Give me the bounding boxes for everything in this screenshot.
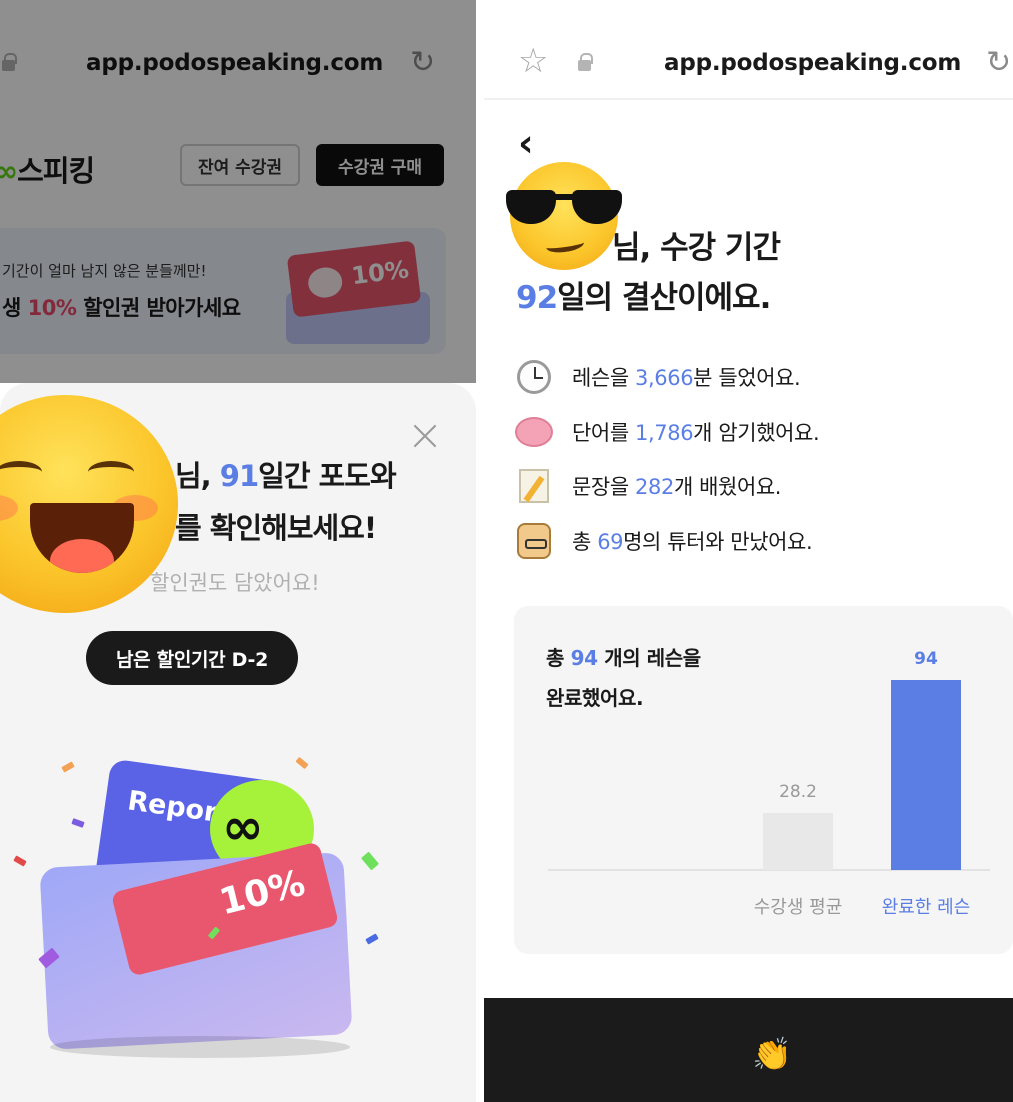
- stat-words: 단어를 1,786개 암기했어요.: [514, 412, 820, 452]
- reload-icon[interactable]: ↻: [986, 48, 1011, 78]
- illustration-shadow: [50, 1036, 350, 1058]
- chart-data-label: 94: [914, 649, 938, 669]
- address-bar[interactable]: ☆ app.podospeaking.com ↻: [484, 0, 1013, 100]
- teacher-icon: [514, 521, 554, 561]
- confetti: [361, 851, 379, 871]
- left-phone-screen: app.podospeaking.com ↻ ∞스피킹 잔여 수강권 수강권 구…: [0, 0, 476, 1102]
- clapping-hands-icon[interactable]: 👏: [752, 1038, 792, 1070]
- modal-backdrop[interactable]: [0, 0, 476, 383]
- sheet-title-line2: 를 확인해보세요!: [175, 511, 377, 545]
- chart-category-label: 완료한 레슨: [882, 897, 971, 918]
- confetti: [71, 818, 85, 828]
- chart-bar: [891, 680, 961, 870]
- stat-sentences: 문장을 282개 배웠어요.: [514, 466, 781, 506]
- coupon-text: 10%: [215, 862, 310, 924]
- confetti: [295, 756, 309, 770]
- sheet-title-line1: 님, 91일간 포도와: [175, 459, 397, 493]
- report-illustration: Report ∞ 10%: [0, 740, 420, 1070]
- report-title-line1: 님, 수강 기간: [612, 230, 781, 266]
- chart-category-label: 수강생 평균: [754, 897, 843, 918]
- discount-dday-button[interactable]: 남은 할인기간 D-2: [86, 631, 298, 685]
- chart-data-label: 28.2: [779, 782, 817, 802]
- report-title-line2: 92일의 결산이에요.: [516, 280, 771, 316]
- confetti: [365, 933, 379, 945]
- star-icon[interactable]: ☆: [518, 44, 548, 78]
- right-phone-screen: ☆ app.podospeaking.com ↻ ‹ 님, 수강 기간 92일의…: [484, 0, 1013, 1102]
- bottom-action-bar[interactable]: 👏: [484, 998, 1013, 1102]
- sheet-subtitle: 할인권도 담았어요!: [150, 571, 320, 595]
- coin-mark: ∞: [222, 798, 264, 856]
- bar-chart: 28.2 수강생 평균 94 완료한 레슨: [548, 649, 990, 918]
- chart-bar: [763, 813, 833, 870]
- stat-lesson-minutes: 레슨을 3,666분 들었어요.: [514, 357, 801, 397]
- close-icon[interactable]: [410, 421, 440, 451]
- memo-icon: [514, 466, 554, 506]
- url-text[interactable]: app.podospeaking.com: [664, 50, 961, 76]
- confetti: [61, 761, 75, 773]
- clock-icon: [514, 357, 554, 397]
- brain-icon: [514, 412, 554, 452]
- stat-tutors: 총 69명의 튜터와 만났어요.: [514, 521, 813, 561]
- sunglasses-face-emoji-overlay: [506, 162, 622, 270]
- lesson-comparison-chart-card: 총 94 개의 레슨을 완료했어요. 28.2 수강생 평균 94 완료한 레슨: [514, 606, 1013, 954]
- lock-icon: [578, 53, 593, 71]
- confetti: [13, 855, 27, 867]
- back-chevron-icon[interactable]: ‹: [518, 124, 534, 162]
